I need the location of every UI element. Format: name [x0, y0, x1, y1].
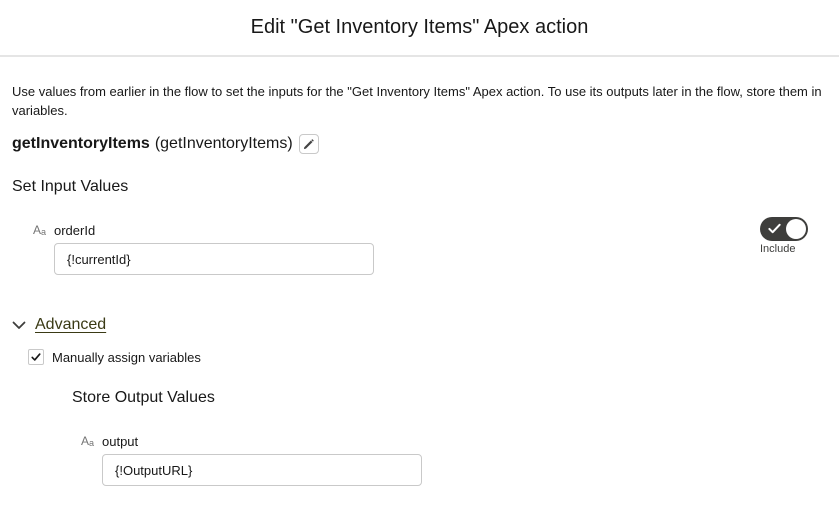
- manually-assign-label: Manually assign variables: [52, 349, 201, 365]
- include-toggle-label: Include: [760, 243, 796, 255]
- check-icon: [768, 223, 781, 234]
- modal-title: Edit "Get Inventory Items" Apex action: [250, 16, 589, 38]
- output-field-label: Aa output: [81, 433, 139, 450]
- chevron-down-icon: [12, 321, 26, 330]
- action-api-name: (getInventoryItems): [154, 135, 293, 152]
- toggle-knob: [786, 219, 806, 239]
- check-icon: [31, 353, 41, 361]
- modal-header: Edit "Get Inventory Items" Apex action: [0, 0, 839, 57]
- orderid-label: orderId: [54, 223, 96, 238]
- manually-assign-row: Manually assign variables: [28, 349, 201, 365]
- pencil-icon: [304, 138, 314, 149]
- action-name: getInventoryItems: [12, 135, 150, 152]
- set-input-values-title: Set Input Values: [12, 178, 129, 195]
- action-description: Use values from earlier in the flow to s…: [12, 84, 822, 118]
- advanced-link[interactable]: Advanced: [35, 316, 106, 334]
- output-input[interactable]: [102, 454, 422, 486]
- orderid-input[interactable]: [54, 243, 374, 275]
- text-type-icon: Aa: [33, 222, 47, 237]
- manually-assign-checkbox[interactable]: [28, 349, 44, 365]
- advanced-section-toggle[interactable]: Advanced: [12, 316, 106, 334]
- orderid-field-label: Aa orderId: [33, 222, 96, 239]
- action-name-row: getInventoryItems (getInventoryItems): [12, 133, 319, 155]
- edit-action-name-button[interactable]: [298, 134, 319, 154]
- text-type-icon: Aa: [81, 433, 95, 448]
- include-toggle[interactable]: [760, 217, 808, 241]
- store-output-values-title: Store Output Values: [72, 389, 215, 406]
- edit-apex-action-modal: Edit "Get Inventory Items" Apex action U…: [0, 0, 839, 516]
- include-toggle-group: Include: [760, 217, 808, 255]
- output-label: output: [102, 434, 139, 449]
